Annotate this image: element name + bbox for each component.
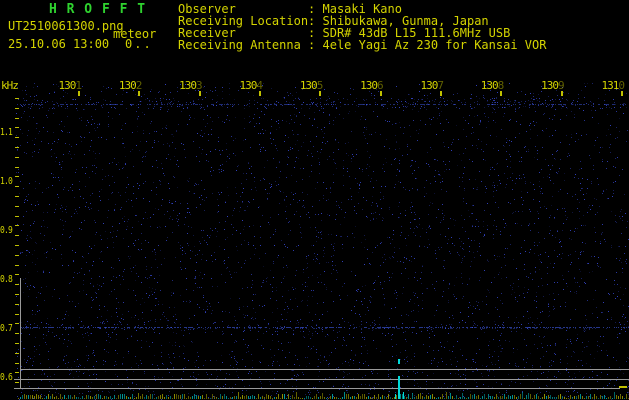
freq-tick-label: 0.9 [0, 225, 13, 236]
time-tick-label: 1303 [179, 79, 202, 92]
datetime-label: 25.10.06 13:00 [8, 37, 110, 51]
freq-tick-label: 0.7 [0, 323, 13, 334]
freq-axis-unit: kHz [1, 79, 19, 92]
time-tick-label: 1307 [420, 79, 443, 92]
freq-tick-label: 0.8 [0, 274, 13, 285]
counter-label: 0.. [125, 37, 153, 51]
time-tick-label: 1305 [299, 79, 323, 92]
filename-label: UT2510061300.png [8, 19, 124, 33]
freq-tick-label: 1.0 [0, 176, 13, 187]
time-tick-label: 1308 [480, 79, 504, 92]
hrofft-screen: H R O F F T UT2510061300.png meteor 25.1… [0, 0, 629, 400]
freq-tick-label: 0.6 [0, 372, 13, 383]
receiver-info-row: Receiving Antenna : 4ele Yagi Az 230 for… [178, 38, 547, 52]
receiver-info: Observer : Masaki Kano Receiving Location… [178, 3, 546, 51]
spectrogram-canvas [0, 0, 629, 400]
time-tick-label: 1302 [118, 79, 142, 92]
time-tick-label: 1306 [360, 79, 383, 92]
app-title: H R O F F T [49, 2, 147, 17]
time-tick-label: 1301 [58, 79, 82, 92]
freq-tick-label: 1.1 [0, 127, 13, 138]
time-tick-label: 1310 [601, 79, 624, 92]
time-tick-label: 1304 [239, 79, 262, 92]
time-tick-label: 1309 [541, 79, 564, 92]
